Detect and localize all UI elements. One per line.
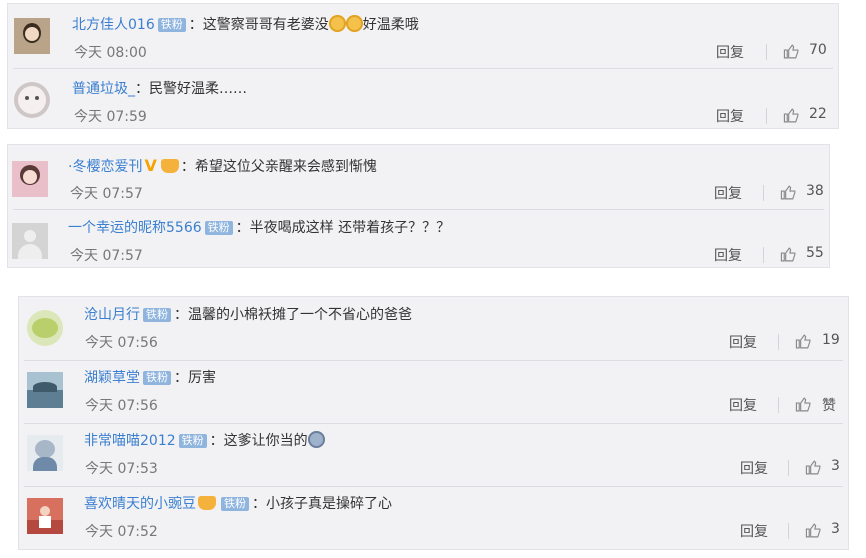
iron-fan-badge: 铁粉 bbox=[178, 434, 207, 448]
like-count: 赞 bbox=[822, 398, 836, 414]
iron-fan-badge: 铁粉 bbox=[143, 371, 171, 385]
fan-crown-icon bbox=[198, 496, 216, 510]
comment-text: ：厉害 bbox=[174, 370, 216, 386]
comment-text: ：小孩子真是操碎了心 bbox=[252, 496, 392, 512]
dizzy-face-emoji-icon bbox=[307, 431, 325, 448]
avatar[interactable] bbox=[14, 82, 50, 118]
iron-fan-badge: 铁粉 bbox=[204, 221, 233, 235]
reply-button[interactable]: 回复 bbox=[729, 395, 757, 415]
reply-button[interactable]: 回复 bbox=[729, 332, 757, 352]
thumbs-up-icon[interactable] bbox=[795, 396, 812, 413]
avatar[interactable] bbox=[12, 223, 48, 259]
like-count: 19 bbox=[822, 332, 840, 348]
username[interactable]: 一个幸运的昵称5566 bbox=[68, 220, 202, 236]
thumbs-up-icon[interactable] bbox=[780, 246, 797, 263]
thumbs-up-icon[interactable] bbox=[795, 333, 812, 350]
thumbs-up-icon[interactable] bbox=[783, 107, 800, 124]
like-count: 3 bbox=[831, 458, 840, 474]
divider bbox=[763, 185, 764, 201]
iron-fan-badge: 铁粉 bbox=[221, 497, 249, 511]
avatar[interactable] bbox=[12, 161, 48, 197]
laugh-cry-emoji-icon bbox=[345, 15, 363, 32]
comment-item: 湖颖草堂 铁粉 ：厉害 今天 07:56 回复 赞 bbox=[19, 360, 848, 422]
username[interactable]: 沧山月行 bbox=[84, 307, 140, 323]
comment-time: 今天 07:57 bbox=[70, 248, 143, 264]
username[interactable]: 湖颖草堂 bbox=[84, 370, 140, 386]
avatar[interactable] bbox=[27, 310, 63, 346]
reply-button[interactable]: 回复 bbox=[740, 458, 768, 478]
avatar[interactable] bbox=[27, 435, 63, 471]
comment-text: ：这爹让你当的 bbox=[209, 433, 308, 449]
avatar[interactable] bbox=[27, 372, 63, 408]
comment-time: 今天 07:52 bbox=[85, 524, 158, 540]
thumbs-up-icon[interactable] bbox=[780, 184, 797, 201]
comment-item: 喜欢晴天的小豌豆 铁粉 ：小孩子真是操碎了心 今天 07:52 回复 3 bbox=[19, 486, 848, 548]
fan-crown-icon bbox=[160, 159, 179, 173]
comment-item: ·冬樱恋爱刊 V ：希望这位父亲醒来会感到惭愧 今天 07:57 回复 38 bbox=[8, 145, 829, 207]
thumbs-up-icon[interactable] bbox=[805, 522, 822, 539]
comment-time: 今天 07:59 bbox=[74, 109, 147, 125]
like-count: 3 bbox=[831, 521, 840, 537]
comment-text: ：半夜喝成这样 还带着孩子？？？ bbox=[235, 220, 451, 236]
divider bbox=[766, 44, 767, 60]
divider bbox=[766, 108, 767, 124]
comment-item: 北方佳人016 铁粉 ：这警察哥哥有老婆没 好温柔哦 今天 08:00 回复 70 bbox=[8, 4, 838, 66]
vip-v-icon: V bbox=[144, 156, 157, 175]
comment-item: 普通垃圾_：民警好温柔…… 今天 07:59 回复 22 bbox=[8, 68, 838, 130]
comment-text: ：民警好温柔…… bbox=[135, 81, 247, 97]
laugh-cry-emoji-icon bbox=[328, 15, 346, 32]
reply-button[interactable]: 回复 bbox=[740, 521, 768, 541]
reply-button[interactable]: 回复 bbox=[716, 42, 744, 62]
username[interactable]: 非常喵喵2012 bbox=[84, 433, 176, 449]
iron-fan-badge: 铁粉 bbox=[157, 18, 186, 32]
username[interactable]: ·冬樱恋爱刊 bbox=[68, 159, 142, 175]
username[interactable]: 普通垃圾_ bbox=[72, 81, 135, 97]
comment-time: 今天 07:56 bbox=[85, 398, 158, 414]
comment-time: 今天 07:56 bbox=[85, 335, 158, 351]
comment-item: 非常喵喵2012 铁粉 ：这爹让你当的 今天 07:53 回复 3 bbox=[19, 423, 848, 485]
comment-panel-3: 沧山月行 铁粉 ：温馨的小棉袄摊了一个不省心的爸爸 今天 07:56 回复 19 湖… bbox=[18, 296, 849, 550]
divider bbox=[788, 523, 789, 539]
like-count: 22 bbox=[809, 106, 827, 122]
like-count: 55 bbox=[806, 245, 824, 261]
comment-item: 一个幸运的昵称5566 铁粉 ：半夜喝成这样 还带着孩子？？？ 今天 07:57 回… bbox=[8, 209, 829, 269]
divider bbox=[763, 247, 764, 263]
comment-time: 今天 07:53 bbox=[85, 461, 158, 477]
comment-panel-1: 北方佳人016 铁粉 ：这警察哥哥有老婆没 好温柔哦 今天 08:00 回复 70 普… bbox=[7, 3, 839, 129]
comment-text: ：温馨的小棉袄摊了一个不省心的爸爸 bbox=[174, 307, 412, 323]
comment-time: 今天 08:00 bbox=[74, 45, 147, 61]
username[interactable]: 北方佳人016 bbox=[72, 17, 155, 33]
like-count: 38 bbox=[806, 183, 824, 199]
reply-button[interactable]: 回复 bbox=[714, 183, 742, 203]
reply-button[interactable]: 回复 bbox=[716, 106, 744, 126]
comment-text: ：希望这位父亲醒来会感到惭愧 bbox=[180, 159, 377, 175]
comment-text-tail: 好温柔哦 bbox=[362, 17, 419, 33]
avatar[interactable] bbox=[14, 18, 50, 54]
comment-panel-2: ·冬樱恋爱刊 V ：希望这位父亲醒来会感到惭愧 今天 07:57 回复 38 一个幸… bbox=[7, 144, 830, 268]
divider bbox=[788, 460, 789, 476]
thumbs-up-icon[interactable] bbox=[805, 459, 822, 476]
like-count: 70 bbox=[809, 42, 827, 58]
thumbs-up-icon[interactable] bbox=[783, 43, 800, 60]
comment-item: 沧山月行 铁粉 ：温馨的小棉袄摊了一个不省心的爸爸 今天 07:56 回复 19 bbox=[19, 297, 848, 359]
divider bbox=[778, 334, 779, 350]
comment-time: 今天 07:57 bbox=[70, 186, 143, 202]
divider bbox=[778, 397, 779, 413]
iron-fan-badge: 铁粉 bbox=[143, 308, 171, 322]
reply-button[interactable]: 回复 bbox=[714, 245, 742, 265]
username[interactable]: 喜欢晴天的小豌豆 bbox=[84, 496, 196, 512]
avatar[interactable] bbox=[27, 498, 63, 534]
comment-text: ：这警察哥哥有老婆没 bbox=[188, 17, 329, 33]
